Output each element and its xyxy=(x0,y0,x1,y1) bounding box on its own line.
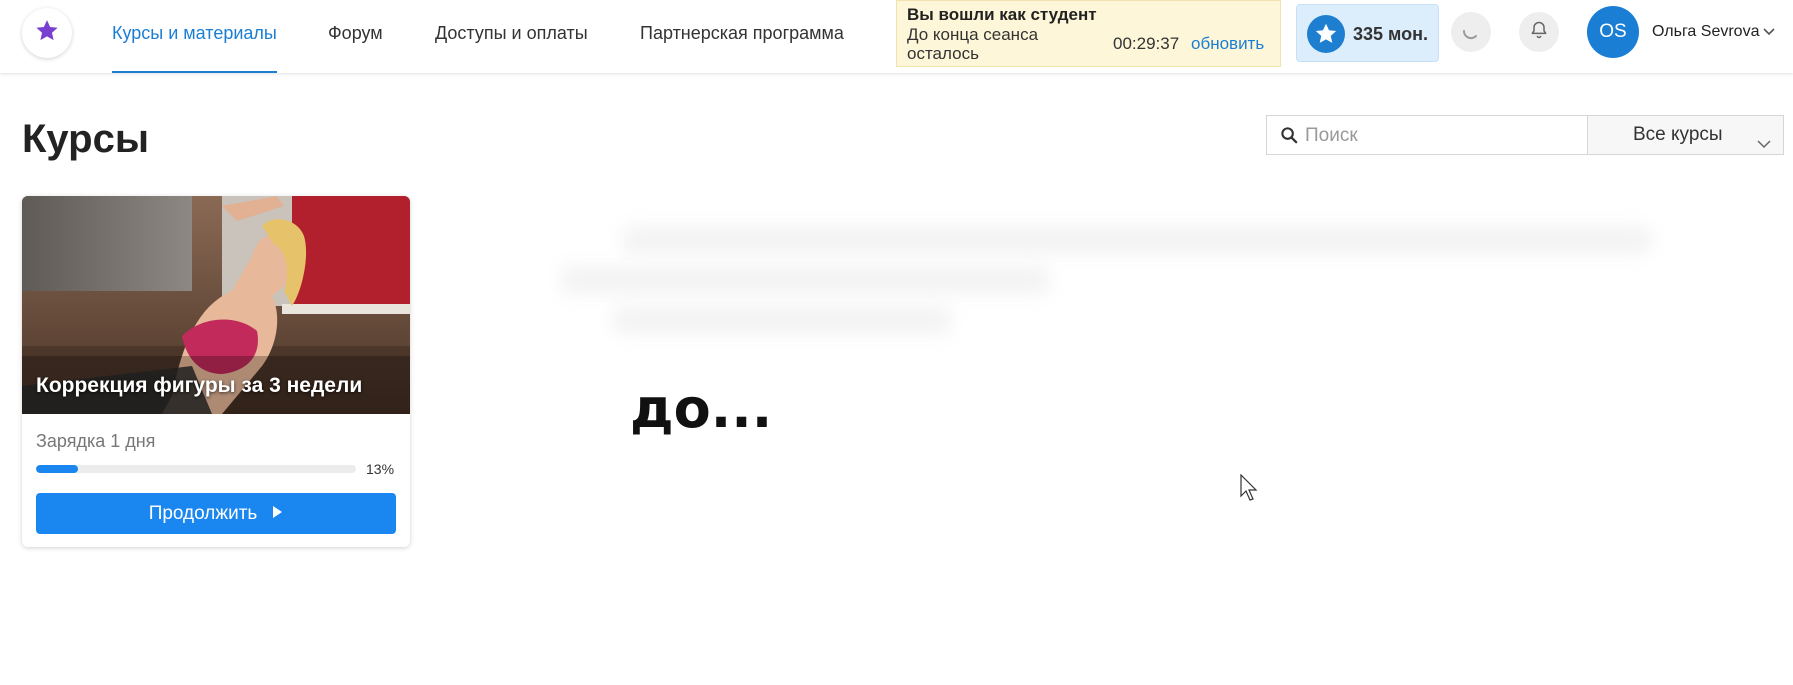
coins-amount: 335 мон. xyxy=(1353,24,1428,44)
coin-star-icon xyxy=(1307,15,1345,53)
coins-balance[interactable]: 335 мон. xyxy=(1296,4,1439,62)
continue-label: Продолжить xyxy=(148,502,258,524)
search-box xyxy=(1266,115,1588,156)
nav-label: Форум xyxy=(328,23,383,43)
nav-label: Курсы и материалы xyxy=(112,23,277,43)
progress-bar xyxy=(36,465,356,473)
progress-percent: 13% xyxy=(366,461,395,477)
active-tab-indicator xyxy=(112,71,277,73)
course-cover-image[interactable]: Коррекция фигуры за 3 недели xyxy=(22,196,410,414)
top-navigation-bar: Курсы и материалы Форум Доступы и оплаты… xyxy=(0,0,1793,73)
overlay-caption: до... xyxy=(630,377,773,440)
chevron-down-icon[interactable] xyxy=(1762,24,1776,43)
search-icon xyxy=(1280,126,1299,150)
continue-button[interactable]: Продолжить xyxy=(36,493,396,534)
page-title: Курсы xyxy=(22,117,149,161)
course-filter-value: Все курсы xyxy=(1633,124,1723,145)
session-timer: 00:29:37 xyxy=(1113,34,1180,53)
star-icon xyxy=(34,18,60,49)
course-title: Коррекция фигуры за 3 недели xyxy=(36,374,363,397)
nav-forum[interactable]: Форум xyxy=(328,0,383,73)
session-title: Вы вошли как студент xyxy=(907,5,1097,24)
loading-button[interactable] xyxy=(1451,12,1491,52)
notifications-button[interactable] xyxy=(1519,12,1559,52)
current-lesson: Зарядка 1 дня xyxy=(36,431,156,451)
user-name[interactable]: Ольга Sevrova xyxy=(1652,23,1759,41)
session-banner: Вы вошли как студент До конца сеанса ост… xyxy=(896,0,1281,67)
course-filter-select[interactable]: Все курсы xyxy=(1587,115,1784,155)
session-refresh-link[interactable]: обновить xyxy=(1191,34,1264,54)
nav-access-payments[interactable]: Доступы и оплаты xyxy=(435,0,588,73)
cursor-icon xyxy=(1240,473,1260,507)
spinner-icon xyxy=(1460,19,1482,46)
nav-label: Доступы и оплаты xyxy=(435,23,588,43)
bell-icon xyxy=(1529,20,1549,45)
progress-bar-fill xyxy=(36,465,78,473)
logo[interactable] xyxy=(22,8,72,58)
session-remaining-label: До конца сеанса осталось xyxy=(907,25,1039,63)
nav-partner-program[interactable]: Партнерская программа xyxy=(640,0,844,73)
avatar-initials: OS xyxy=(1599,21,1627,42)
search-input[interactable] xyxy=(1303,116,1583,156)
course-card[interactable]: Коррекция фигуры за 3 недели Зарядка 1 д… xyxy=(22,196,410,547)
avatar[interactable]: OS xyxy=(1587,6,1639,58)
nav-courses-materials[interactable]: Курсы и материалы xyxy=(112,0,277,73)
chevron-down-icon xyxy=(1756,128,1772,166)
play-icon xyxy=(271,503,283,525)
nav-label: Партнерская программа xyxy=(640,23,844,43)
